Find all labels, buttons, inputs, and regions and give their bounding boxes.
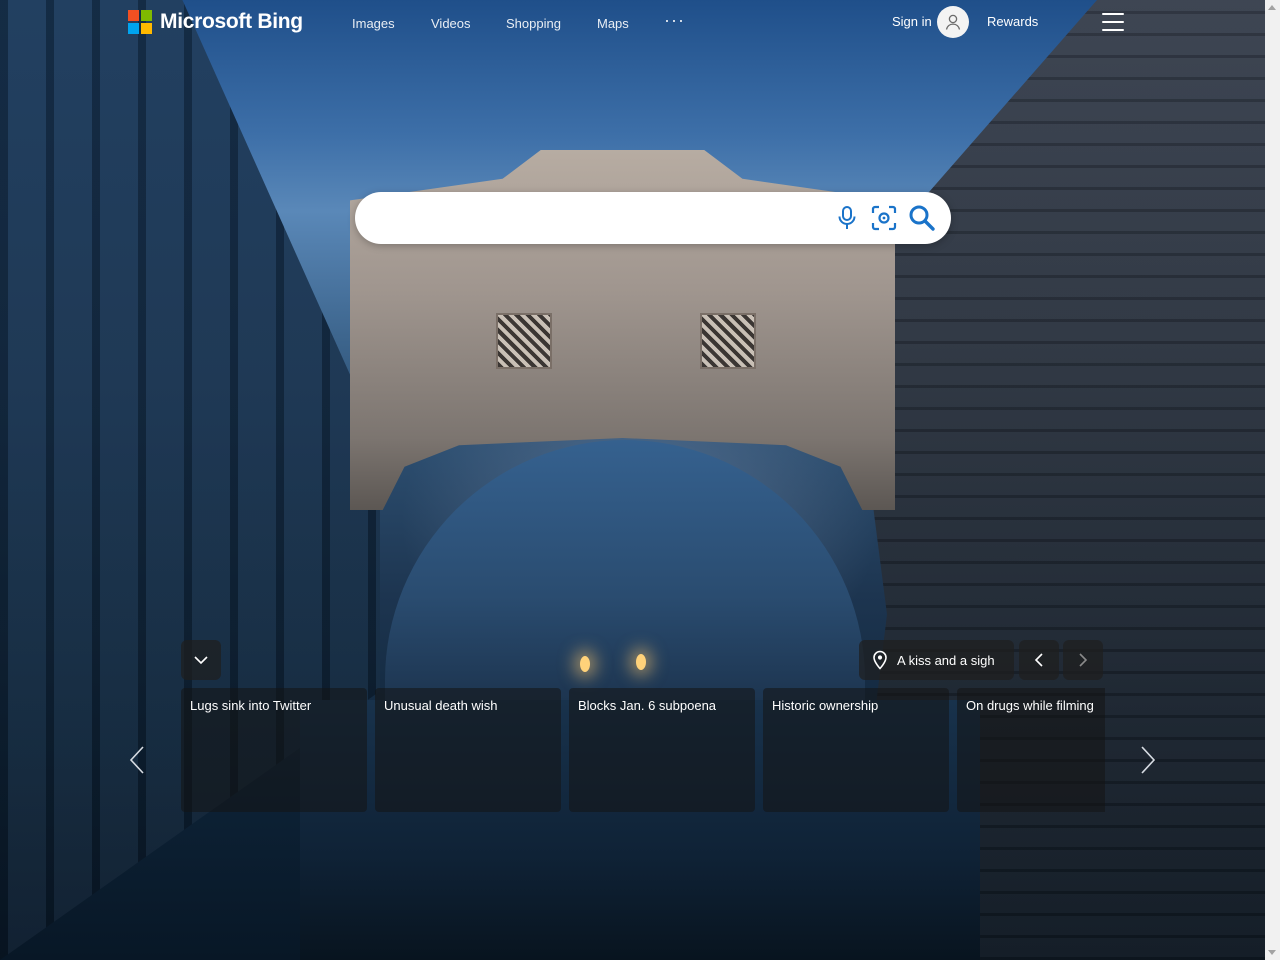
news-card[interactable]: On drugs while filming [957, 688, 1105, 812]
sign-in-link[interactable]: Sign in [892, 14, 932, 29]
nav-shopping[interactable]: Shopping [506, 16, 561, 31]
news-card[interactable]: Blocks Jan. 6 subpoena [569, 688, 755, 812]
news-card-title: Blocks Jan. 6 subpoena [578, 698, 717, 713]
nav-maps[interactable]: Maps [597, 16, 629, 31]
next-image-button[interactable] [1063, 640, 1103, 680]
brand-name: Microsoft Bing [160, 10, 303, 33]
microsoft-logo-icon [128, 10, 152, 34]
more-icon[interactable]: ··· [664, 10, 685, 31]
chevron-down-icon [194, 656, 208, 665]
scroll-down-icon[interactable] [1268, 950, 1276, 955]
bridge-window [496, 313, 552, 369]
news-card[interactable]: Unusual death wish [375, 688, 561, 812]
carousel-next-button[interactable] [1133, 742, 1163, 778]
carousel-prev-button[interactable] [122, 742, 152, 778]
news-card[interactable]: Lugs sink into Twitter [181, 688, 367, 812]
news-card-title: Lugs sink into Twitter [190, 698, 312, 713]
nav-videos[interactable]: Videos [431, 16, 471, 31]
image-location-button[interactable]: A kiss and a sigh [859, 640, 1014, 680]
search-box [355, 192, 951, 244]
rewards-link[interactable]: Rewards [987, 14, 1038, 29]
news-card-title: Unusual death wish [384, 698, 498, 713]
bridge-window [700, 313, 756, 369]
chevron-right-icon [1141, 746, 1156, 774]
arch-sky [385, 440, 865, 700]
news-card-title: On drugs while filming [966, 698, 1094, 713]
chevron-left-icon [129, 746, 144, 774]
lamp-light [636, 654, 646, 670]
bing-logo[interactable]: Microsoft Bing [128, 10, 303, 34]
microphone-icon[interactable] [831, 202, 863, 234]
chevron-left-icon [1034, 653, 1043, 667]
nav-images[interactable]: Images [352, 16, 395, 31]
background-image [0, 0, 1265, 960]
visual-search-icon[interactable] [868, 202, 900, 234]
news-card[interactable]: Historic ownership [763, 688, 949, 812]
user-avatar-icon[interactable] [937, 6, 969, 38]
lamp-light [580, 656, 590, 672]
chevron-right-icon [1079, 653, 1088, 667]
collapse-news-button[interactable] [181, 640, 221, 680]
location-pin-icon [873, 650, 887, 670]
search-icon[interactable] [906, 202, 938, 234]
vertical-scrollbar[interactable] [1265, 0, 1280, 960]
news-carousel: Lugs sink into Twitter Unusual death wis… [181, 688, 1105, 812]
news-card-title: Historic ownership [772, 698, 879, 713]
hamburger-menu-icon[interactable] [1102, 13, 1124, 31]
scroll-up-icon[interactable] [1268, 5, 1276, 10]
image-location-label: A kiss and a sigh [897, 652, 995, 668]
search-input[interactable] [377, 202, 821, 236]
previous-image-button[interactable] [1019, 640, 1059, 680]
